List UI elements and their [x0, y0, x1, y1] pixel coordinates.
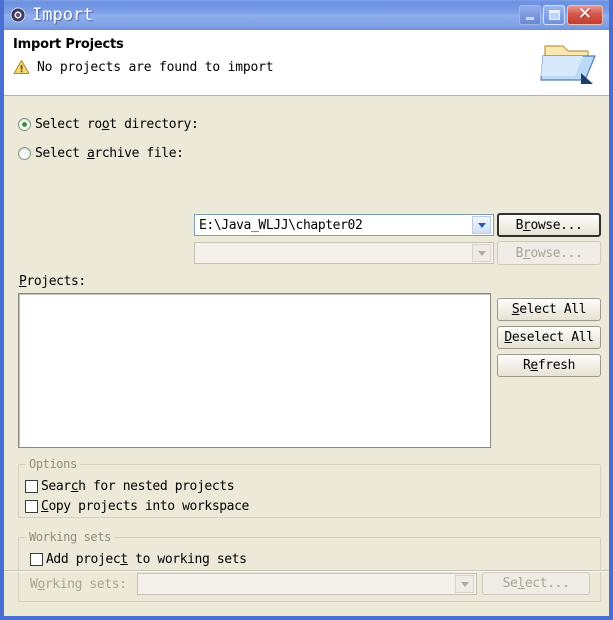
select-all-label: Select All: [511, 302, 587, 317]
import-dialog-window: Import ✕ Import Projects No projects are…: [0, 0, 613, 620]
copy-projects-label: Copy projects into workspace: [41, 499, 249, 514]
copy-projects-checkbox[interactable]: Copy projects into workspace: [25, 499, 249, 514]
working-sets-combo-label: Working sets:: [30, 577, 127, 592]
deselect-all-label: Deselect All: [504, 330, 594, 345]
browse-root-label: Browse...: [515, 217, 583, 233]
refresh-button[interactable]: Refresh: [497, 354, 601, 377]
window-controls: ✕: [519, 5, 603, 25]
chevron-down-icon: [472, 244, 491, 262]
maximize-icon: [548, 10, 560, 20]
select-root-directory-label: Select root directory:: [35, 117, 199, 132]
status-message: No projects are found to import: [37, 59, 274, 75]
footer-top-border: [4, 570, 609, 571]
select-archive-file-radio[interactable]: Select archive file:: [18, 146, 184, 161]
maximize-button[interactable]: [543, 5, 565, 25]
projects-label: Projects:: [19, 274, 86, 289]
refresh-label: Refresh: [522, 358, 575, 373]
root-directory-combo[interactable]: E:\Java_WLJJ\chapter02: [194, 214, 494, 236]
add-project-to-working-sets-label: Add project to working sets: [46, 552, 247, 567]
browse-archive-label: Browse...: [515, 245, 583, 261]
dialog-body: Select root directory: E:\Java_WLJJ\chap…: [4, 96, 609, 616]
radio-indicator: [18, 118, 31, 131]
browse-archive-file-button: Browse...: [497, 241, 601, 265]
checkbox-indicator: [25, 500, 38, 513]
select-archive-file-label: Select archive file:: [35, 146, 184, 161]
working-sets-group-title: Working sets: [26, 530, 114, 544]
window-title: Import: [32, 5, 94, 25]
checkbox-indicator: [25, 480, 38, 493]
select-all-button[interactable]: Select All: [497, 298, 601, 321]
select-working-sets-button: Select...: [482, 572, 590, 595]
search-nested-projects-checkbox[interactable]: Search for nested projects: [25, 479, 235, 494]
search-nested-projects-label: Search for nested projects: [41, 479, 235, 494]
close-icon: ✕: [577, 3, 593, 24]
import-wizard-icon: [10, 7, 26, 23]
chevron-down-icon[interactable]: [472, 216, 491, 234]
working-sets-combo: [137, 573, 477, 595]
close-button[interactable]: ✕: [567, 5, 603, 25]
select-working-sets-label: Select...: [502, 576, 570, 591]
archive-file-combo: [194, 242, 494, 264]
minimize-icon: [526, 17, 534, 20]
deselect-all-button[interactable]: Deselect All: [497, 326, 601, 349]
status-message-row: No projects are found to import: [13, 59, 609, 75]
browse-root-directory-button[interactable]: Browse...: [497, 213, 601, 237]
chevron-down-icon: [455, 575, 474, 593]
options-group-title: Options: [26, 457, 80, 471]
minimize-button[interactable]: [519, 5, 541, 25]
page-title: Import Projects: [13, 37, 124, 52]
warning-icon: [13, 59, 30, 75]
root-directory-value[interactable]: E:\Java_WLJJ\chapter02: [195, 218, 472, 233]
title-bar[interactable]: Import ✕: [4, 0, 609, 30]
add-project-to-working-sets-checkbox[interactable]: Add project to working sets: [30, 552, 247, 567]
checkbox-indicator: [30, 553, 43, 566]
folder-import-icon: [537, 36, 599, 90]
projects-list[interactable]: [18, 293, 491, 448]
wizard-header: Import Projects No projects are found to…: [4, 30, 609, 96]
select-root-directory-radio[interactable]: Select root directory:: [18, 117, 199, 132]
radio-indicator: [18, 147, 31, 160]
